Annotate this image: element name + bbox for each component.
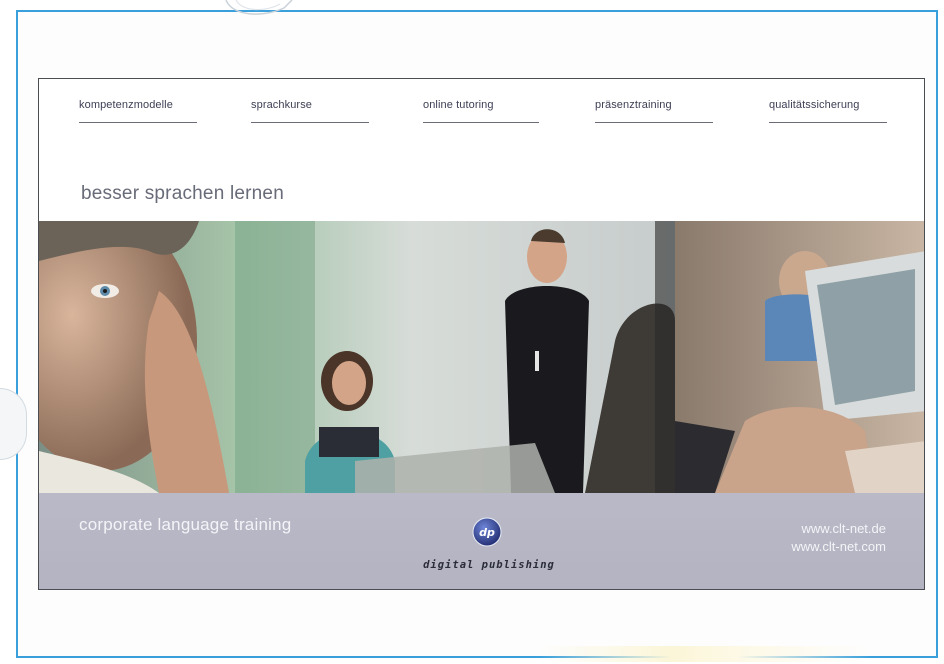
- tagline: besser sprachen lernen: [81, 183, 284, 204]
- url-com[interactable]: www.clt-net.com: [791, 539, 886, 554]
- logo-wordmark: digital publishing: [423, 559, 555, 571]
- nav-kompetenzmodelle[interactable]: kompetenzmodelle: [79, 99, 197, 123]
- photo-man-thinking: [39, 221, 235, 493]
- paper-shadow: [540, 646, 870, 662]
- photo-strip: [39, 221, 924, 493]
- url-de[interactable]: www.clt-net.de: [801, 521, 886, 536]
- photo-office-meeting: [235, 221, 675, 493]
- nav-sprachkurse[interactable]: sprachkurse: [251, 99, 369, 123]
- nav-praesenztraining[interactable]: präsenztraining: [595, 99, 713, 123]
- footer-title: corporate language training: [79, 515, 292, 534]
- nav-online-tutoring[interactable]: online tutoring: [423, 99, 539, 123]
- nav-bar: kompetenzmodelle sprachkurse online tuto…: [79, 99, 889, 123]
- dp-logo-mark: dp: [479, 526, 495, 539]
- photo-laptop-hands: [675, 221, 924, 493]
- paper-clip-icon: [225, 0, 293, 15]
- ad-card: kompetenzmodelle sprachkurse online tuto…: [38, 78, 925, 590]
- nav-qualitaetssicherung[interactable]: qualitätssicherung: [769, 99, 887, 123]
- dp-logo-icon[interactable]: dp: [472, 517, 502, 547]
- footer-bar: corporate language training dp digital p…: [39, 493, 924, 589]
